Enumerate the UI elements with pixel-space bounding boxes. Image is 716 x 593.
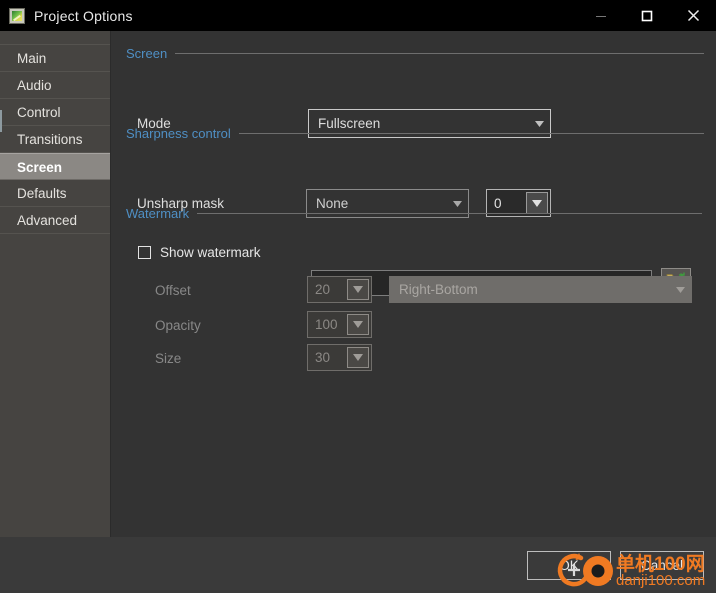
ok-button[interactable]: OK — [527, 551, 611, 580]
show-watermark-checkbox[interactable] — [138, 246, 151, 259]
sidebar-item-audio[interactable]: Audio — [0, 72, 110, 99]
sidebar-top-spacer — [0, 31, 110, 45]
watermark-position-combobox[interactable]: Right-Bottom — [389, 276, 692, 303]
dialog-footer: OK Cancel — [0, 537, 716, 593]
maximize-icon[interactable] — [624, 0, 670, 31]
spinner-dropdown-button[interactable] — [347, 347, 369, 368]
minimize-icon[interactable] — [578, 0, 624, 31]
titlebar: Project Options — [0, 0, 716, 31]
group-header-watermark: Watermark — [126, 205, 704, 221]
size-spinner[interactable]: 30 — [307, 344, 372, 371]
label-size: Size — [155, 351, 182, 366]
sidebar-item-screen[interactable]: Screen — [0, 153, 110, 180]
label-opacity: Opacity — [155, 318, 201, 333]
picture-frame-icon — [9, 7, 25, 24]
group-header-sharpness: Sharpness control — [126, 125, 704, 141]
cancel-button[interactable]: Cancel — [620, 551, 704, 580]
sidebar-item-defaults[interactable]: Defaults — [0, 180, 110, 207]
label-offset: Offset — [155, 283, 191, 298]
group-divider-sharpness — [238, 132, 704, 134]
window-controls — [578, 0, 716, 31]
sidebar-item-advanced[interactable]: Advanced — [0, 207, 110, 234]
group-divider-screen — [175, 52, 704, 54]
size-value: 30 — [315, 350, 331, 365]
watermark-position-value: Right-Bottom — [399, 282, 478, 297]
settings-content: Screen Mode Fullscreen Sharpness control… — [112, 31, 716, 537]
offset-spinner[interactable]: 20 — [307, 276, 372, 303]
group-title-watermark: Watermark — [126, 205, 190, 221]
spinner-dropdown-button[interactable] — [347, 314, 369, 335]
opacity-value: 100 — [315, 317, 338, 332]
show-watermark-checkbox-row[interactable]: Show watermark — [138, 245, 261, 260]
sidebar-item-transitions[interactable]: Transitions — [0, 126, 110, 153]
sidebar-item-main[interactable]: Main — [0, 45, 110, 72]
sidebar-scroll-indicator[interactable] — [0, 110, 2, 132]
group-header-screen: Screen — [126, 45, 704, 61]
group-divider-watermark — [197, 212, 703, 214]
spinner-dropdown-button[interactable] — [347, 279, 369, 300]
sidebar-item-control[interactable]: Control — [0, 99, 110, 126]
offset-value: 20 — [315, 282, 331, 297]
chevron-down-icon — [669, 286, 691, 293]
group-title-screen: Screen — [126, 45, 168, 61]
opacity-spinner[interactable]: 100 — [307, 311, 372, 338]
window-title: Project Options — [34, 7, 133, 24]
show-watermark-label: Show watermark — [160, 245, 261, 260]
close-icon[interactable] — [670, 0, 716, 31]
group-title-sharpness: Sharpness control — [126, 125, 231, 141]
sidebar: Main Audio Control Transitions Screen De… — [0, 31, 111, 537]
project-options-dialog: Project Options Main Audio Control Trans… — [0, 0, 716, 593]
